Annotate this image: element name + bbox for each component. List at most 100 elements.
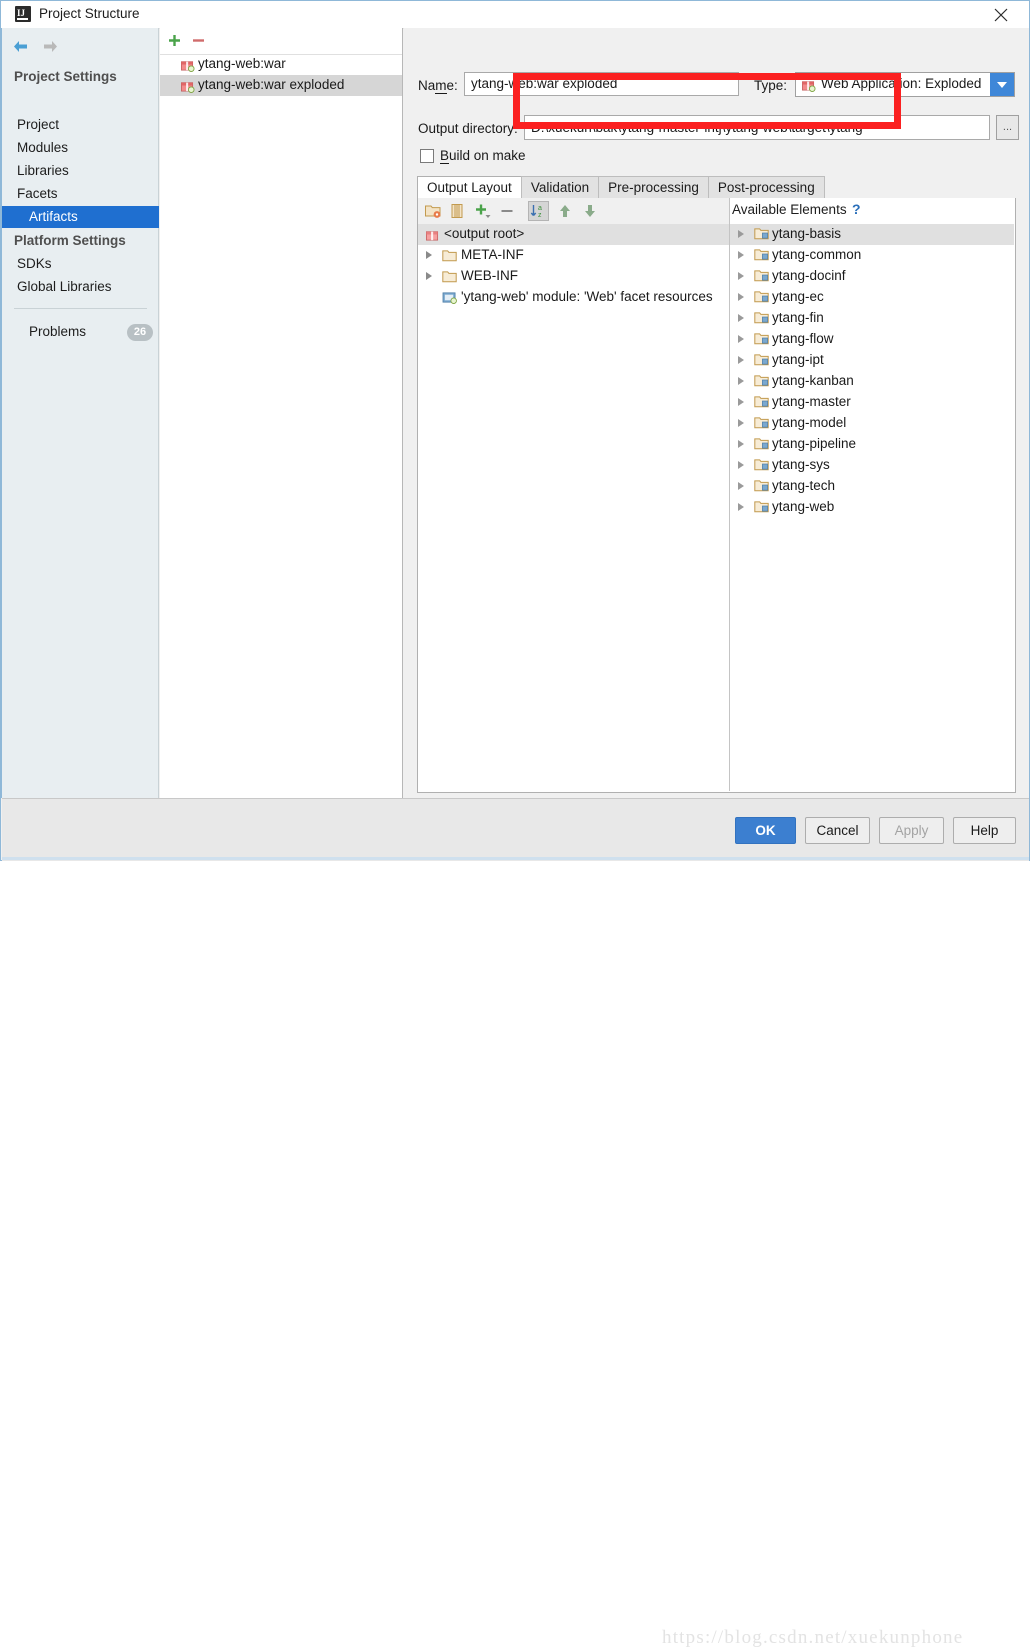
expand-arrow-icon[interactable] [738, 419, 744, 427]
available-element-row[interactable]: ytang-model [730, 413, 1014, 434]
build-on-make-label: Build on make [440, 148, 526, 164]
apply-button[interactable]: Apply [879, 817, 944, 844]
available-element-label: ytang-web [772, 499, 835, 514]
ok-button[interactable]: OK [735, 817, 796, 844]
available-element-label: ytang-kanban [772, 373, 854, 388]
close-icon[interactable] [979, 1, 1023, 28]
tab-pre-processing[interactable]: Pre-processing [598, 176, 709, 198]
expand-arrow-icon[interactable] [738, 461, 744, 469]
chevron-down-icon[interactable] [990, 73, 1014, 96]
available-element-row[interactable]: ytang-docinf [730, 266, 1014, 287]
expand-arrow-icon[interactable] [426, 272, 432, 280]
cancel-button[interactable]: Cancel [805, 817, 870, 844]
sidebar-item-sdks[interactable]: SDKs [17, 256, 52, 271]
add-archive-icon[interactable] [448, 202, 466, 220]
expand-arrow-icon[interactable] [738, 314, 744, 322]
module-folder-icon [754, 269, 769, 285]
expand-arrow-icon[interactable] [738, 335, 744, 343]
add-directory-icon[interactable] [424, 202, 442, 220]
sidebar-item-problems[interactable]: Problems [29, 324, 86, 339]
move-up-icon[interactable] [556, 202, 574, 220]
expand-arrow-icon[interactable] [738, 272, 744, 280]
sidebar-item-global-libraries[interactable]: Global Libraries [17, 279, 112, 294]
move-down-icon[interactable] [581, 202, 599, 220]
dialog-button-bar: https://blog.csdn.net/xuekunphone OK Can… [2, 798, 1029, 1648]
available-element-label: ytang-flow [772, 331, 834, 346]
artifact-details-panel: Name: ytang-web:war exploded Type: Web A… [404, 28, 1029, 816]
window-title: Project Structure [39, 6, 140, 21]
sidebar-heading-project-settings: Project Settings [14, 69, 117, 84]
available-element-row[interactable]: ytang-fin [730, 308, 1014, 329]
tree-row-label: <output root> [444, 226, 525, 241]
expand-arrow-icon[interactable] [738, 503, 744, 511]
folder-icon [442, 270, 457, 286]
sidebar-item-artifacts[interactable]: Artifacts [2, 206, 159, 228]
artifact-list-item[interactable]: ytang-web:war [160, 54, 402, 75]
settings-sidebar: Project Settings Project Modules Librari… [2, 28, 159, 798]
artifact-list-item-label: ytang-web:war exploded [198, 77, 345, 92]
expand-arrow-icon[interactable] [738, 440, 744, 448]
available-element-row[interactable]: ytang-master [730, 392, 1014, 413]
help-icon[interactable]: ? [852, 201, 861, 217]
remove-artifact-button[interactable] [191, 33, 206, 48]
tab-output-layout[interactable]: Output Layout [417, 176, 522, 198]
available-element-row[interactable]: ytang-sys [730, 455, 1014, 476]
add-artifact-button[interactable] [167, 33, 182, 48]
svg-text:a: a [538, 205, 542, 212]
expand-arrow-icon[interactable] [738, 377, 744, 385]
browse-output-directory-button[interactable]: ... [996, 115, 1019, 140]
module-folder-icon [754, 332, 769, 348]
sort-alphabetically-icon[interactable]: az [529, 202, 547, 220]
tab-post-processing[interactable]: Post-processing [707, 176, 825, 198]
artifacts-toolbar [160, 28, 402, 55]
available-element-label: ytang-ec [772, 289, 824, 304]
artifact-icon [180, 78, 195, 96]
available-element-row[interactable]: ytang-ec [730, 287, 1014, 308]
module-folder-icon [754, 458, 769, 474]
module-folder-icon [754, 395, 769, 411]
available-element-row[interactable]: ytang-kanban [730, 371, 1014, 392]
available-element-row[interactable]: ytang-web [730, 497, 1014, 518]
expand-arrow-icon[interactable] [738, 251, 744, 259]
expand-arrow-icon[interactable] [738, 482, 744, 490]
artifact-list-item[interactable]: ytang-web:war exploded [160, 75, 402, 96]
expand-arrow-icon[interactable] [738, 356, 744, 364]
sidebar-item-facets[interactable]: Facets [17, 186, 58, 201]
module-folder-icon [754, 248, 769, 264]
remove-icon[interactable] [498, 202, 516, 220]
available-element-row[interactable]: ytang-flow [730, 329, 1014, 350]
sidebar-item-libraries[interactable]: Libraries [17, 163, 69, 178]
available-element-row[interactable]: ytang-pipeline [730, 434, 1014, 455]
available-element-label: ytang-pipeline [772, 436, 857, 451]
tree-row[interactable]: WEB-INF [418, 266, 729, 287]
problems-count-badge: 26 [127, 324, 153, 341]
sidebar-item-project[interactable]: Project [17, 117, 59, 132]
name-field-label: Name: [418, 78, 458, 94]
output-layout-toolbar: az [418, 198, 729, 224]
available-element-row[interactable]: ytang-ipt [730, 350, 1014, 371]
available-element-label: ytang-common [772, 247, 862, 262]
available-element-row[interactable]: ytang-basis [730, 224, 1014, 245]
add-copy-icon[interactable] [473, 202, 491, 220]
build-on-make-checkbox[interactable] [420, 149, 434, 163]
help-button[interactable]: Help [953, 817, 1016, 844]
expand-arrow-icon[interactable] [738, 398, 744, 406]
sidebar-heading-platform-settings: Platform Settings [14, 233, 126, 248]
available-element-label: ytang-master [772, 394, 851, 409]
title-bar: IJ Project Structure [1, 1, 1029, 29]
available-element-label: ytang-fin [772, 310, 824, 325]
tree-row[interactable]: <output root> [418, 224, 729, 245]
expand-arrow-icon[interactable] [738, 230, 744, 238]
sidebar-item-modules[interactable]: Modules [17, 140, 68, 155]
tree-row[interactable]: 'ytang-web' module: 'Web' facet resource… [418, 287, 729, 308]
module-folder-icon [754, 416, 769, 432]
intellij-logo-icon: IJ [15, 6, 31, 22]
expand-arrow-icon[interactable] [738, 293, 744, 301]
tree-row[interactable]: META-INF [418, 245, 729, 266]
available-element-row[interactable]: ytang-common [730, 245, 1014, 266]
output-layout-panes: az <output root> META-INF WEB-INF 'ytang… [417, 198, 1016, 793]
available-elements-title: Available Elements [732, 202, 847, 217]
tab-validation[interactable]: Validation [520, 176, 600, 198]
available-element-row[interactable]: ytang-tech [730, 476, 1014, 497]
expand-arrow-icon[interactable] [426, 251, 432, 259]
